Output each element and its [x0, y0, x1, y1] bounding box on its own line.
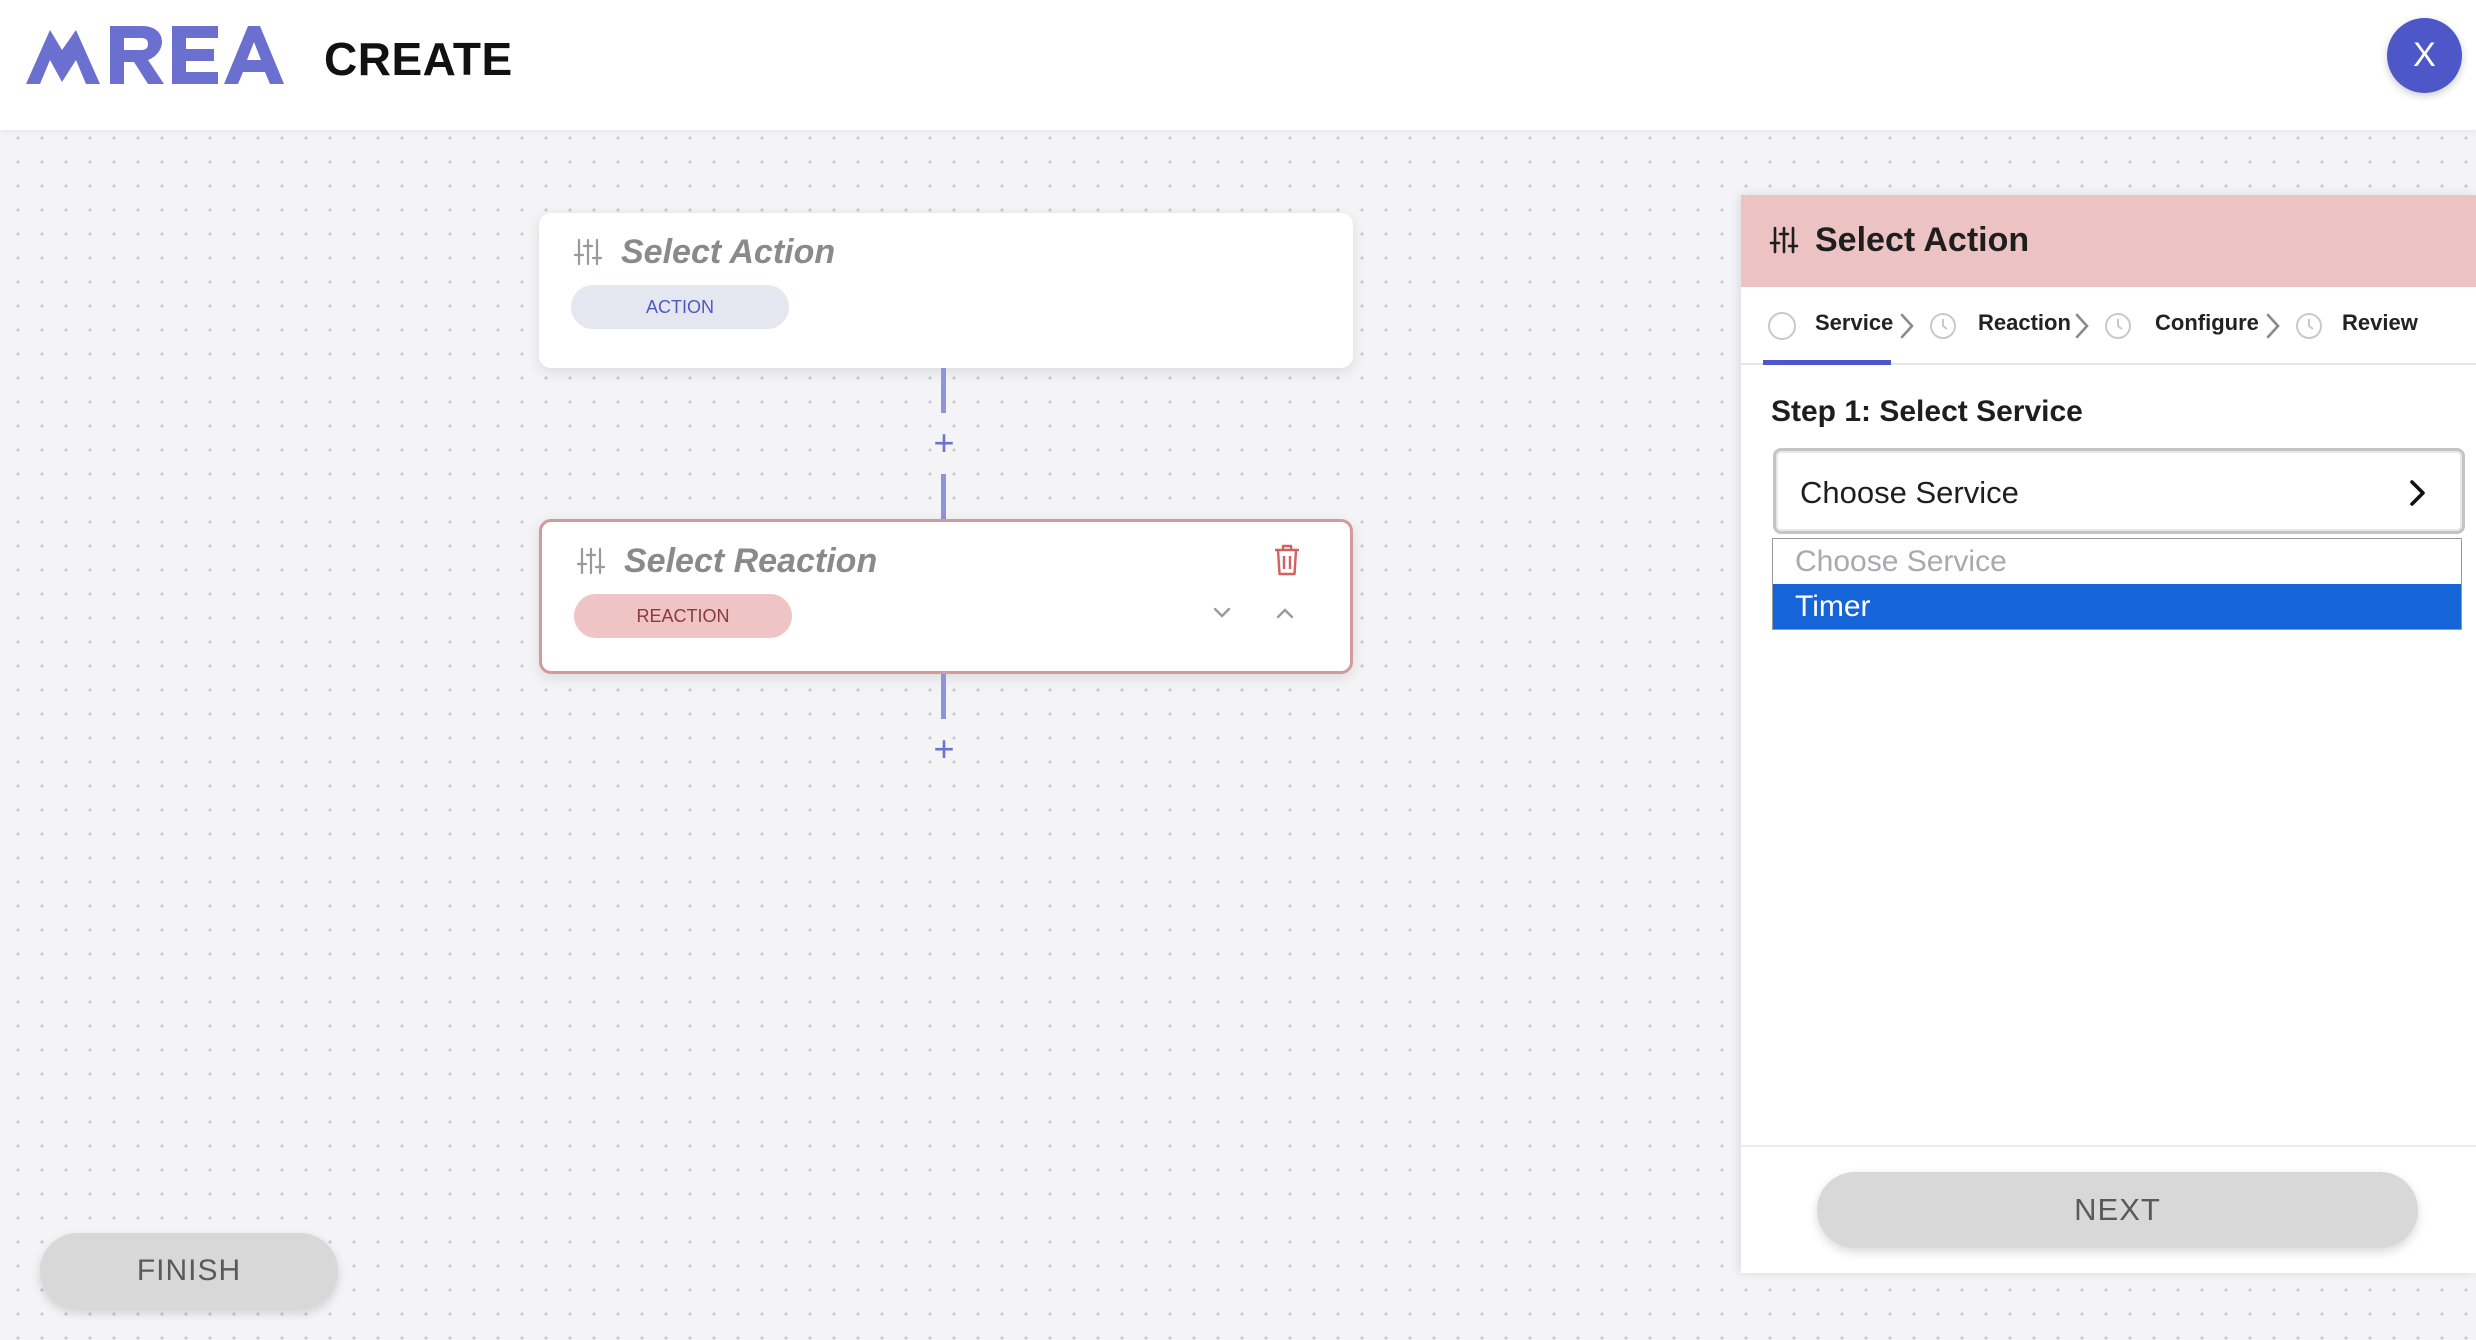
step-heading: Step 1: Select Service [1771, 395, 2083, 428]
divider [1741, 1145, 2476, 1147]
step-label: Service [1815, 310, 1894, 335]
flow-connector [941, 474, 946, 519]
step-label: Reaction [1978, 310, 2071, 335]
clock-icon [2105, 313, 2131, 339]
action-chip: ACTION [571, 285, 789, 329]
step-circle-icon [1768, 312, 1796, 340]
reaction-card-title: Select Reaction [624, 542, 878, 580]
page-title: CREATE [324, 33, 513, 85]
dropdown-option-placeholder[interactable]: Choose Service [1773, 539, 2461, 584]
dropdown-option-timer[interactable]: Timer [1773, 584, 2461, 629]
flow-connector [941, 674, 946, 719]
active-step-indicator [1763, 360, 1891, 365]
stepper: Service Reaction Configure Review [1741, 287, 2476, 365]
add-step-button[interactable]: + [929, 425, 959, 461]
next-button[interactable]: NEXT [1817, 1172, 2418, 1248]
service-select[interactable]: Choose Service [1773, 448, 2465, 534]
chevron-down-icon[interactable] [1209, 600, 1235, 626]
add-step-button[interactable]: + [929, 731, 959, 767]
area-logo [26, 26, 284, 84]
clock-icon [2296, 313, 2322, 339]
service-dropdown: Choose Service Timer [1772, 538, 2462, 630]
trash-icon[interactable] [1272, 544, 1302, 576]
sliders-icon [1769, 226, 1799, 254]
step-label: Configure [2155, 310, 2259, 335]
chevron-up-icon[interactable] [1272, 600, 1298, 626]
sliders-icon [573, 238, 603, 266]
panel-header: Select Action [1741, 195, 2476, 287]
app-header: CREATE X [0, 0, 2476, 130]
select-value: Choose Service [1800, 475, 2019, 510]
action-card-title: Select Action [621, 233, 836, 271]
panel-title: Select Action [1815, 221, 2030, 259]
config-panel: Select Action Service Reaction Configure… [1741, 195, 2476, 1273]
reaction-chip: REACTION [574, 594, 792, 638]
flow-connector [941, 368, 946, 413]
finish-button[interactable]: FINISH [40, 1233, 338, 1309]
sliders-icon [576, 547, 606, 575]
chevron-right-icon [2410, 480, 2425, 506]
reaction-card[interactable]: Select Reaction REACTION [539, 519, 1353, 674]
chevron-right-icon [2266, 313, 2280, 339]
close-button[interactable]: X [2387, 18, 2462, 93]
action-card[interactable]: Select Action ACTION [539, 213, 1353, 368]
chevron-right-icon [1900, 313, 1914, 339]
step-label: Review [2342, 310, 2418, 335]
clock-icon [1930, 313, 1956, 339]
chevron-right-icon [2075, 313, 2089, 339]
